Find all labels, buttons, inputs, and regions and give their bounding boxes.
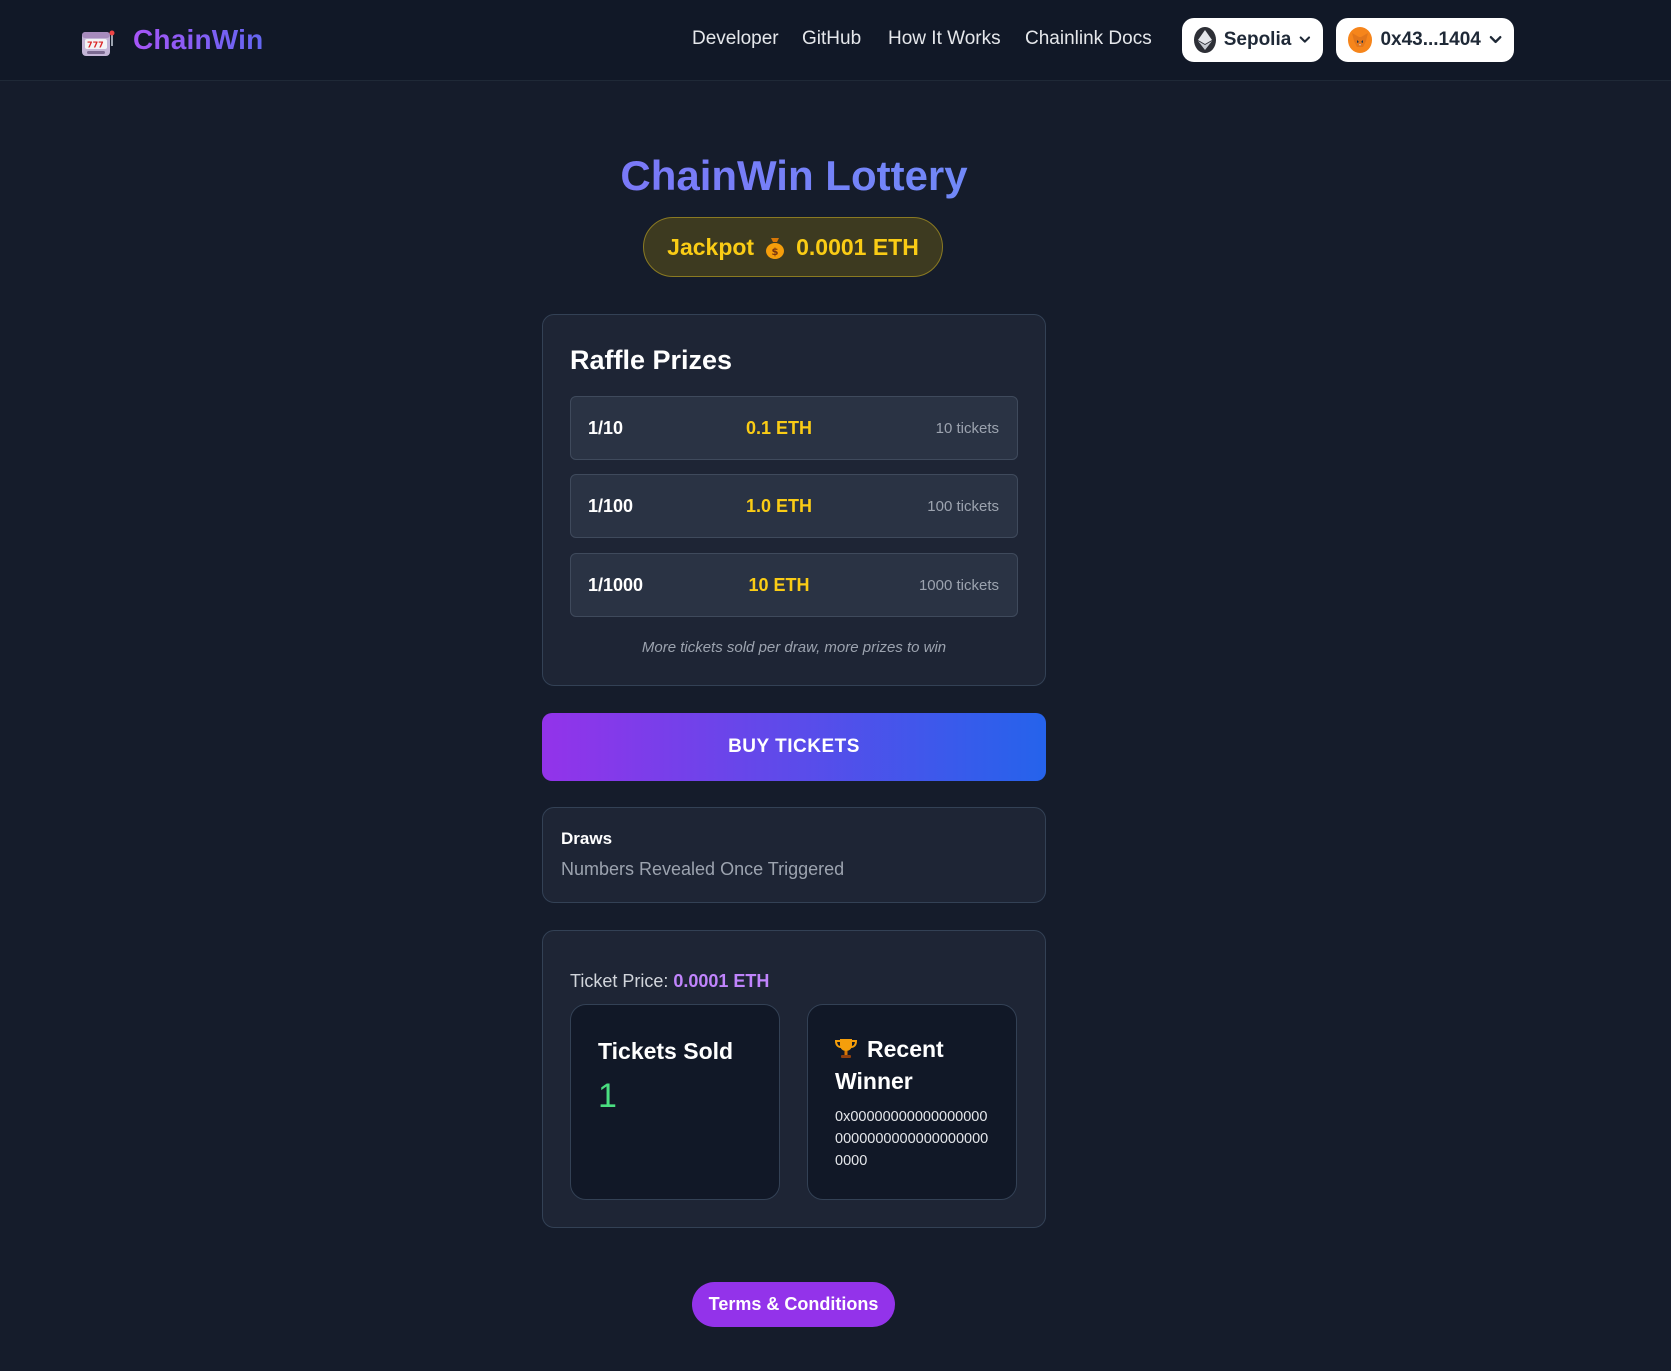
prize-row: 1/100 1.0 ETH 100 tickets bbox=[570, 474, 1018, 538]
nav-chainlink-docs[interactable]: Chainlink Docs bbox=[1025, 28, 1152, 50]
jackpot-badge: Jackpot $ 0.0001 ETH bbox=[643, 217, 943, 277]
tickets-sold-value: 1 bbox=[598, 1077, 617, 1115]
nav-how-it-works[interactable]: How It Works bbox=[888, 28, 1001, 50]
chevron-down-icon bbox=[1299, 36, 1311, 43]
prize-row: 1/1000 10 ETH 1000 tickets bbox=[570, 553, 1018, 617]
buy-tickets-button[interactable]: BUY TICKETS bbox=[542, 713, 1046, 781]
brand-name[interactable]: ChainWin bbox=[133, 24, 263, 56]
ticket-price-label: Ticket Price: bbox=[570, 971, 669, 991]
nav-github[interactable]: GitHub bbox=[802, 28, 861, 50]
network-name: Sepolia bbox=[1223, 29, 1292, 50]
prize-amount: 1.0 ETH bbox=[745, 496, 813, 516]
top-navbar: 777 ChainWin Developer GitHub How It Wor… bbox=[0, 0, 1671, 81]
prize-tickets: 100 tickets bbox=[927, 498, 999, 515]
jackpot-label: Jackpot bbox=[667, 233, 755, 260]
draws-label: Draws bbox=[561, 829, 613, 848]
prize-tickets: 10 tickets bbox=[935, 420, 999, 437]
money-bag-icon: $ bbox=[766, 238, 785, 259]
recent-winner-panel: Recent Winner 0x000000000000000000000000… bbox=[807, 1004, 1017, 1200]
nav-developer[interactable]: Developer bbox=[692, 28, 779, 50]
prize-tickets: 1000 tickets bbox=[918, 577, 999, 594]
recent-winner-address: 0x00000000000000000000000000000000000000… bbox=[835, 1109, 989, 1169]
draws-status: Numbers Revealed Once Triggered bbox=[561, 859, 845, 879]
ticket-price: Ticket Price: 0.0001 ETH bbox=[570, 971, 769, 992]
prizes-note: More tickets sold per draw, more prizes … bbox=[641, 639, 947, 656]
terms-button[interactable]: Terms & Conditions bbox=[692, 1282, 895, 1327]
network-selector[interactable]: Sepolia bbox=[1182, 18, 1323, 62]
svg-text:$: $ bbox=[772, 247, 779, 258]
slot-machine-icon[interactable]: 777 bbox=[79, 26, 115, 60]
draws-card: Draws Numbers Revealed Once Triggered bbox=[542, 807, 1046, 903]
tickets-sold-title: Tickets Sold bbox=[598, 1038, 734, 1064]
ethereum-icon bbox=[1194, 27, 1216, 53]
prize-row: 1/10 0.1 ETH 10 tickets bbox=[570, 396, 1018, 460]
trophy-icon bbox=[835, 1039, 857, 1058]
account-address: 0x43...1404 bbox=[1380, 29, 1481, 50]
recent-winner-title: Recent Winner bbox=[835, 1033, 1005, 1097]
raffle-prizes-title: Raffle Prizes bbox=[570, 345, 733, 375]
page-title: ChainWin Lottery bbox=[0, 152, 1588, 200]
jackpot-value: 0.0001 ETH bbox=[796, 233, 919, 260]
account-button[interactable]: 0x43...1404 bbox=[1336, 18, 1514, 62]
chevron-down-icon bbox=[1489, 36, 1502, 44]
metamask-fox-icon bbox=[1348, 27, 1373, 53]
raffle-prizes-card: Raffle Prizes 1/10 0.1 ETH 10 tickets 1/… bbox=[542, 314, 1046, 686]
ticket-price-value: 0.0001 ETH bbox=[673, 971, 770, 991]
svg-text:777: 777 bbox=[87, 41, 104, 50]
tickets-sold-panel: Tickets Sold 1 bbox=[570, 1004, 780, 1200]
prize-amount: 0.1 ETH bbox=[745, 418, 813, 438]
stats-card: Ticket Price: 0.0001 ETH Tickets Sold 1 … bbox=[542, 930, 1046, 1228]
